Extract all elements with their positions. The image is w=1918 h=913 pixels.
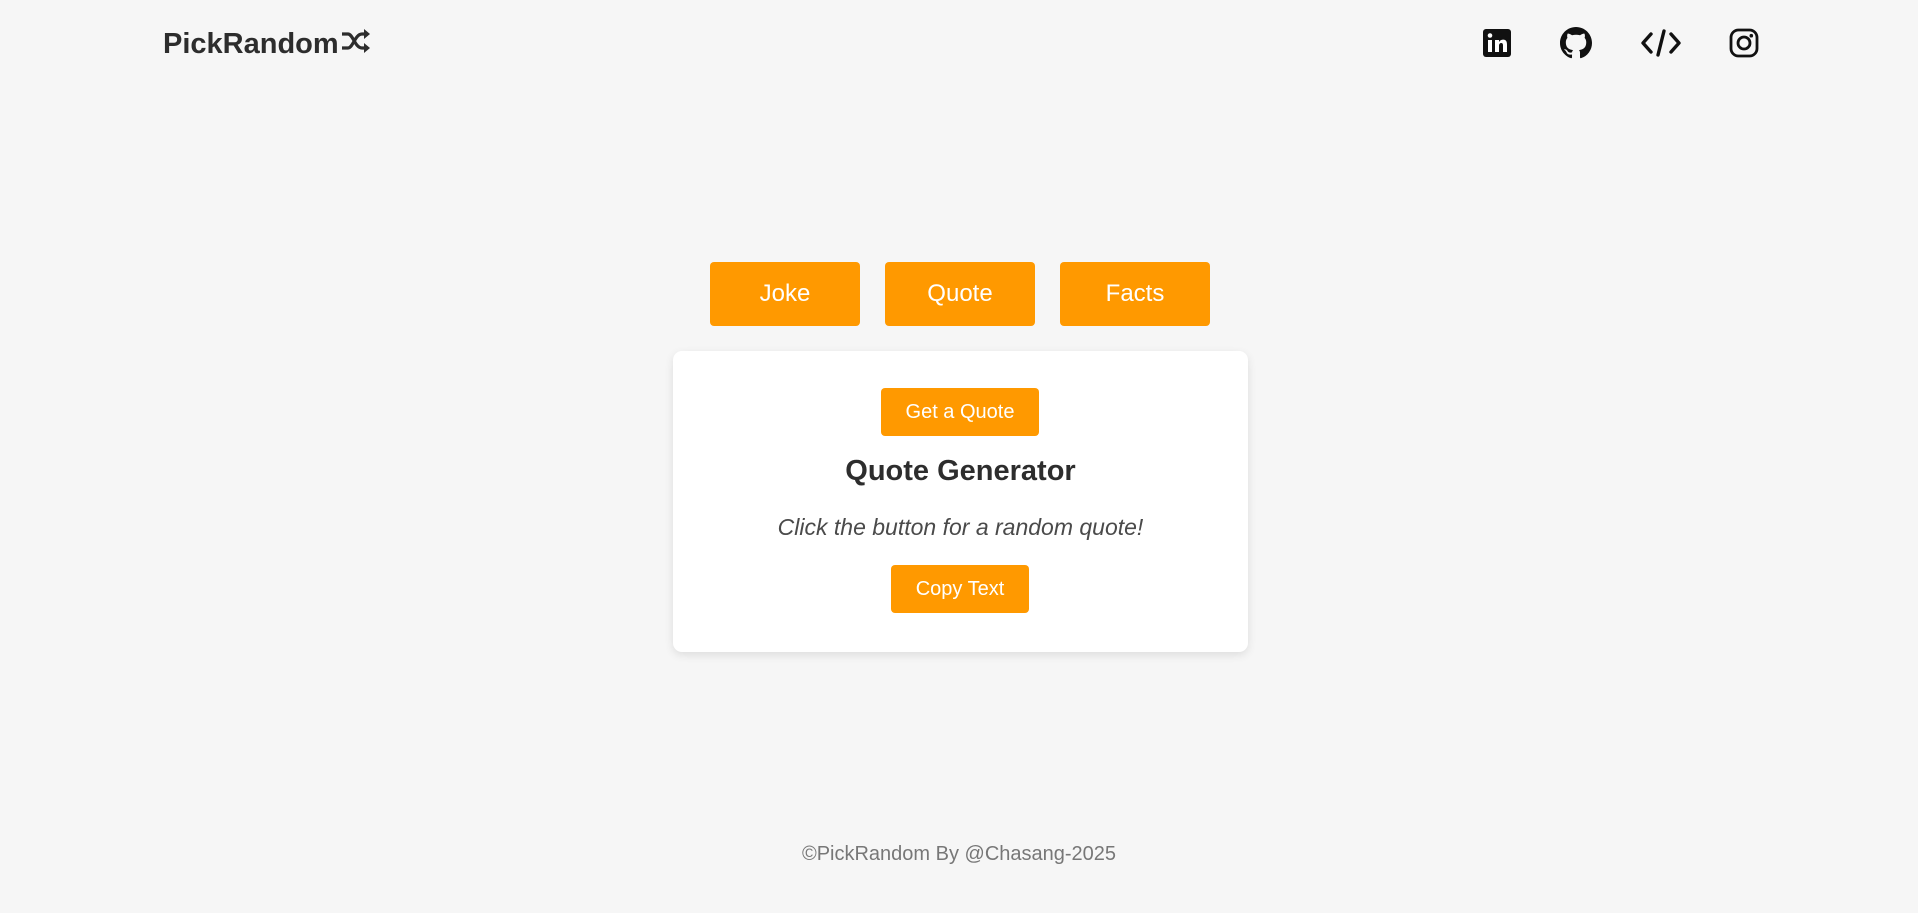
code-icon[interactable] xyxy=(1638,24,1684,62)
shuffle-icon xyxy=(339,24,372,64)
header: PickRandom xyxy=(0,0,1918,86)
page: PickRandom Joke Quote Facts Get a Quote … xyxy=(0,0,1918,913)
quote-text: Click the button for a random quote! xyxy=(777,514,1144,540)
logo[interactable]: PickRandom xyxy=(163,24,372,64)
footer-text: ©PickRandom By @Chasang-2025 xyxy=(801,843,1117,865)
tab-joke[interactable]: Joke xyxy=(710,262,860,326)
card-title: Quote Generator xyxy=(845,455,1076,487)
linkedin-icon[interactable] xyxy=(1479,24,1515,62)
quote-card: Get a Quote Quote Generator Click the bu… xyxy=(673,351,1248,652)
github-icon[interactable] xyxy=(1558,24,1594,62)
get-quote-button[interactable]: Get a Quote xyxy=(881,388,1039,436)
logo-text: PickRandom xyxy=(163,27,339,60)
tab-quote[interactable]: Quote xyxy=(885,262,1035,326)
tab-facts[interactable]: Facts xyxy=(1060,262,1210,326)
instagram-icon[interactable] xyxy=(1726,24,1762,62)
copy-text-button[interactable]: Copy Text xyxy=(891,565,1029,613)
category-tabs: Joke Quote Facts xyxy=(710,262,1210,326)
